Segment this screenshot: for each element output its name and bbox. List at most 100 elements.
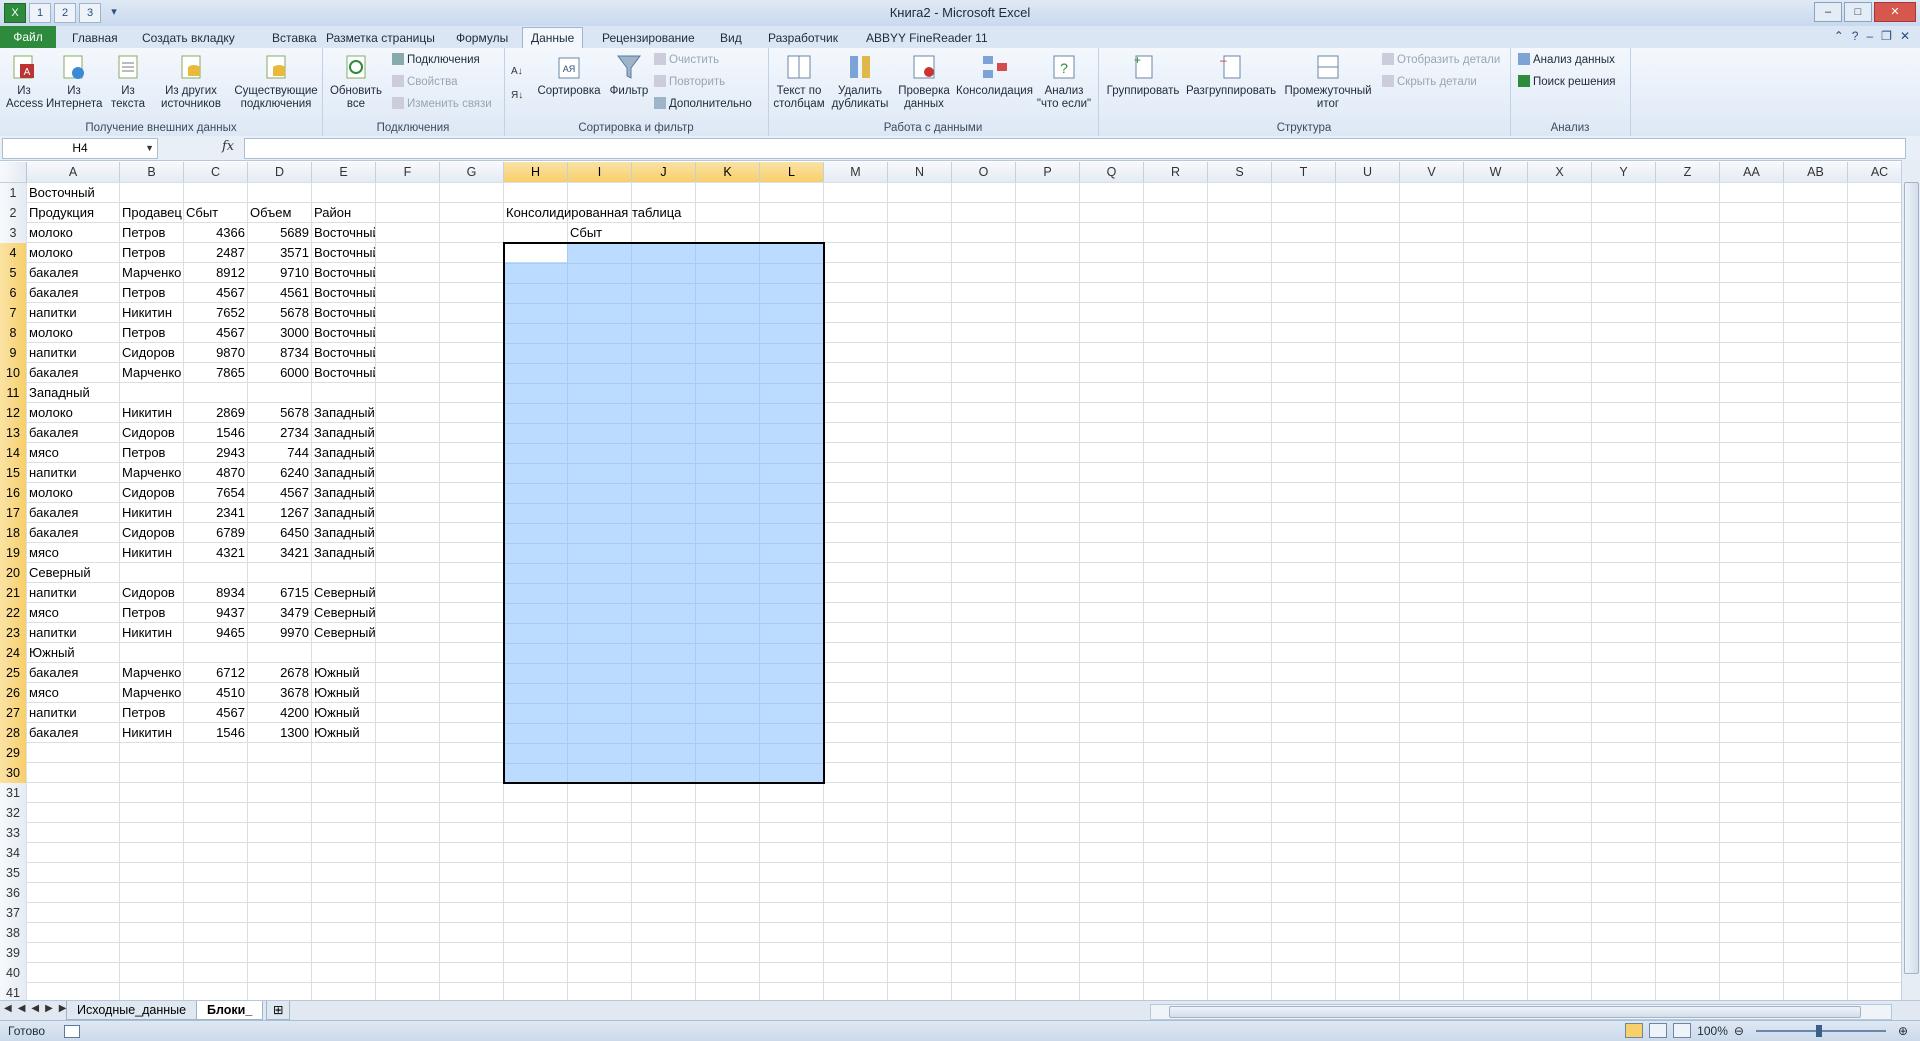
- cell[interactable]: 1546: [184, 423, 247, 443]
- cell[interactable]: Сидоров: [120, 583, 183, 603]
- workbook-close-icon[interactable]: ✕: [1900, 29, 1910, 43]
- cell[interactable]: 1267: [248, 503, 311, 523]
- cell[interactable]: 1300: [248, 723, 311, 743]
- cell[interactable]: 1546: [184, 723, 247, 743]
- cell[interactable]: 3479: [248, 603, 311, 623]
- cell[interactable]: Западный: [312, 503, 375, 523]
- row-header[interactable]: 28: [0, 723, 27, 744]
- column-header[interactable]: F: [376, 162, 440, 183]
- group-button[interactable]: + Группировать: [1104, 52, 1182, 98]
- cell[interactable]: Восточный: [312, 263, 375, 283]
- cell[interactable]: бакалея: [27, 423, 119, 443]
- cell[interactable]: 6240: [248, 463, 311, 483]
- row-header[interactable]: 10: [0, 363, 27, 384]
- text-to-columns-button[interactable]: Текст по столбцам: [770, 52, 828, 111]
- what-if-analysis-button[interactable]: ? Анализ "что если": [1032, 52, 1096, 111]
- cell[interactable]: 4567: [184, 323, 247, 343]
- row-header[interactable]: 41: [0, 983, 27, 1000]
- cell[interactable]: напитки: [27, 463, 119, 483]
- cell[interactable]: 6789: [184, 523, 247, 543]
- cell[interactable]: 7652: [184, 303, 247, 323]
- cell[interactable]: Петров: [120, 603, 183, 623]
- cell[interactable]: Сидоров: [120, 423, 183, 443]
- column-header[interactable]: B: [120, 162, 184, 183]
- cell[interactable]: Сидоров: [120, 483, 183, 503]
- row-header[interactable]: 34: [0, 843, 27, 864]
- column-header[interactable]: L: [760, 162, 824, 183]
- cell[interactable]: Марченко: [120, 463, 183, 483]
- row-header[interactable]: 3: [0, 223, 27, 244]
- minimize-button[interactable]: –: [1814, 2, 1842, 22]
- cell[interactable]: Южный: [312, 723, 375, 743]
- column-header[interactable]: AC: [1848, 162, 1902, 183]
- row-header[interactable]: 1: [0, 183, 27, 204]
- solver-button[interactable]: Поиск решения: [1518, 74, 1615, 90]
- cell[interactable]: мясо: [27, 603, 119, 623]
- column-header[interactable]: Z: [1656, 162, 1720, 183]
- cell[interactable]: 5689: [248, 223, 311, 243]
- data-analysis-button[interactable]: Анализ данных: [1518, 52, 1615, 68]
- cell[interactable]: 2487: [184, 243, 247, 263]
- column-header[interactable]: O: [952, 162, 1016, 183]
- macro-record-icon[interactable]: [64, 1025, 80, 1038]
- column-header[interactable]: D: [248, 162, 312, 183]
- cell[interactable]: Восточный: [312, 303, 375, 323]
- cell[interactable]: 4200: [248, 703, 311, 723]
- vertical-scroll-thumb[interactable]: [1904, 182, 1919, 974]
- cell[interactable]: Консолидированная таблица: [504, 203, 693, 223]
- cell[interactable]: бакалея: [27, 723, 119, 743]
- zoom-in-icon[interactable]: ⊕: [1898, 1024, 1908, 1038]
- cell[interactable]: Западный: [312, 423, 375, 443]
- cell[interactable]: Восточный: [312, 343, 375, 363]
- row-header[interactable]: 21: [0, 583, 27, 604]
- tab-review[interactable]: Рецензирование: [594, 28, 703, 48]
- row-header[interactable]: 19: [0, 543, 27, 564]
- edit-links-button[interactable]: Изменить связи: [392, 96, 492, 112]
- cell[interactable]: 4510: [184, 683, 247, 703]
- cell[interactable]: Восточный: [312, 243, 375, 263]
- cell[interactable]: Район: [312, 203, 375, 223]
- cell[interactable]: Восточный: [312, 323, 375, 343]
- row-header[interactable]: 30: [0, 763, 27, 784]
- cell[interactable]: Никитин: [120, 623, 183, 643]
- cell[interactable]: 2341: [184, 503, 247, 523]
- cell[interactable]: 5678: [248, 403, 311, 423]
- row-header[interactable]: 39: [0, 943, 27, 964]
- cell[interactable]: Объем: [248, 203, 311, 223]
- sheet-tab-source-data[interactable]: Исходные_данные: [66, 1001, 198, 1020]
- from-other-sources-button[interactable]: Из других источников: [154, 52, 228, 111]
- cell[interactable]: напитки: [27, 303, 119, 323]
- row-header[interactable]: 40: [0, 963, 27, 984]
- cell[interactable]: Никитин: [120, 543, 183, 563]
- tab-data[interactable]: Данные: [522, 27, 584, 49]
- consolidate-button[interactable]: Консолидация: [956, 52, 1033, 98]
- cell[interactable]: Продукция: [27, 203, 119, 223]
- cell[interactable]: бакалея: [27, 523, 119, 543]
- cell[interactable]: 6715: [248, 583, 311, 603]
- cell[interactable]: бакалея: [27, 503, 119, 523]
- row-header[interactable]: 27: [0, 703, 27, 724]
- tab-custom[interactable]: Создать вкладку: [134, 28, 243, 48]
- from-web-button[interactable]: Из Интернета: [46, 52, 102, 111]
- cell[interactable]: 3421: [248, 543, 311, 563]
- cell[interactable]: 2678: [248, 663, 311, 683]
- advanced-filter-button[interactable]: Дополнительно: [654, 96, 752, 112]
- column-header[interactable]: W: [1464, 162, 1528, 183]
- existing-connections-button[interactable]: Существующие подключения: [234, 52, 318, 111]
- row-header[interactable]: 31: [0, 783, 27, 804]
- column-header[interactable]: N: [888, 162, 952, 183]
- clear-filter-button[interactable]: Очистить: [654, 52, 719, 68]
- cell[interactable]: молоко: [27, 243, 119, 263]
- column-header[interactable]: H: [504, 162, 568, 183]
- tab-abbyy[interactable]: ABBYY FineReader 11: [858, 28, 996, 48]
- select-all-corner[interactable]: [0, 162, 27, 183]
- cell[interactable]: молоко: [27, 403, 119, 423]
- row-header[interactable]: 8: [0, 323, 27, 344]
- tab-view[interactable]: Вид: [712, 28, 750, 48]
- cell[interactable]: Петров: [120, 283, 183, 303]
- row-header[interactable]: 15: [0, 463, 27, 484]
- filter-button[interactable]: Фильтр: [606, 52, 652, 98]
- from-access-button[interactable]: A Из Access: [6, 52, 43, 111]
- cell[interactable]: Западный: [312, 523, 375, 543]
- column-header[interactable]: T: [1272, 162, 1336, 183]
